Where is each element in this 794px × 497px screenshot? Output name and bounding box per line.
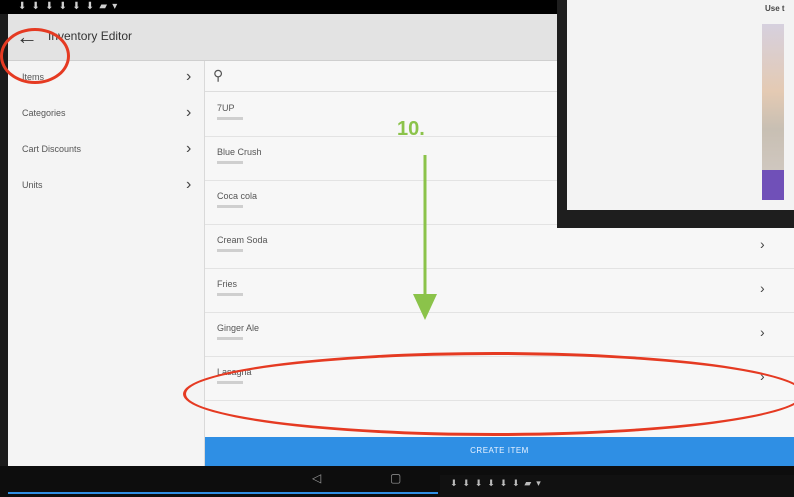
sidebar-item-categories[interactable]: Categories › <box>8 97 204 133</box>
chevron-right-icon: › <box>186 140 192 157</box>
create-item-label: CREATE ITEM <box>470 446 529 455</box>
overlay-screen <box>567 0 794 210</box>
highlight-ellipse-back <box>0 28 70 84</box>
list-item[interactable]: Ginger Ale › <box>205 312 794 357</box>
item-name: Cream Soda <box>217 235 268 245</box>
item-subtitle <box>217 161 243 164</box>
create-item-button[interactable]: CREATE ITEM <box>205 437 794 466</box>
sidebar-item-label: Categories <box>22 108 66 118</box>
item-name: 7UP <box>217 103 235 113</box>
chevron-right-icon: › <box>760 280 765 296</box>
item-name: Blue Crush <box>217 147 262 157</box>
overlay-snippet-text: Use t <box>765 4 785 13</box>
chevron-right-icon: › <box>760 236 765 252</box>
sidebar-item-label: Cart Discounts <box>22 144 82 154</box>
item-subtitle <box>217 117 243 120</box>
chevron-right-icon: › <box>186 176 192 193</box>
item-name: Coca cola <box>217 191 258 201</box>
status-icons: ⬇ ⬇ ⬇ ⬇ ⬇ ⬇ ▰ ▾ <box>18 1 119 12</box>
chevron-right-icon: › <box>186 104 192 121</box>
down-arrow-icon <box>413 155 437 320</box>
sidebar-item-cart-discounts[interactable]: Cart Discounts › <box>8 133 204 169</box>
search-icon[interactable]: ⚲ <box>213 67 223 84</box>
chevron-right-icon: › <box>186 68 192 85</box>
chevron-right-icon: › <box>760 324 765 340</box>
status-icons: ⬇ ⬇ ⬇ ⬇ ⬇ ⬇ ▰ ▾ <box>450 479 542 489</box>
item-subtitle <box>217 293 243 296</box>
list-item[interactable]: Cream Soda › <box>205 224 794 269</box>
item-subtitle <box>217 205 243 208</box>
step-label: 10. <box>397 118 425 140</box>
list-item[interactable]: Fries › <box>205 268 794 313</box>
nav-accent-line <box>8 492 438 494</box>
item-subtitle <box>217 337 243 340</box>
overlay-screenshot: Use t <box>557 0 794 228</box>
nav-home-icon[interactable]: ▢ <box>390 471 401 485</box>
overlay-image <box>762 24 784 174</box>
highlight-ellipse-row <box>183 352 794 436</box>
sidebar-item-units[interactable]: Units › <box>8 169 204 205</box>
item-name: Fries <box>217 279 237 289</box>
category-sidebar: Items › Categories › Cart Discounts › Un… <box>8 61 205 466</box>
overlay-purple-bar <box>762 170 784 200</box>
secondary-status-bar: ⬇ ⬇ ⬇ ⬇ ⬇ ⬇ ▰ ▾ <box>440 475 794 497</box>
item-subtitle <box>217 249 243 252</box>
sidebar-item-label: Units <box>22 180 43 190</box>
item-name: Ginger Ale <box>217 323 260 333</box>
nav-back-icon[interactable]: ◁ <box>312 471 321 485</box>
